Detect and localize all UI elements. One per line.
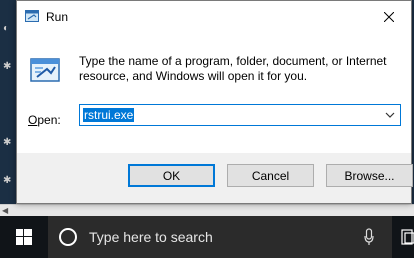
- run-app-icon: [25, 10, 39, 22]
- close-button[interactable]: [367, 1, 411, 33]
- close-icon: [384, 12, 394, 22]
- desktop-gear-icon: ✱: [3, 61, 12, 72]
- open-label: Open:: [28, 113, 61, 127]
- ok-button[interactable]: OK: [128, 164, 215, 187]
- browse-button[interactable]: Browse...: [326, 164, 413, 187]
- chevron-down-icon[interactable]: [384, 109, 396, 121]
- run-dialog: Run Type the name of a program, folder, …: [16, 0, 413, 204]
- dialog-title: Run: [46, 10, 69, 24]
- horizontal-scrollbar[interactable]: ◀: [0, 204, 414, 216]
- search-placeholder: Type here to search: [89, 229, 213, 245]
- open-label-text: pen:: [37, 113, 61, 127]
- dialog-body: Type the name of a program, folder, docu…: [17, 33, 411, 153]
- title-bar[interactable]: Run: [17, 1, 411, 33]
- desktop-left-strip: ◐ ✱ ✱ ✱: [0, 0, 16, 216]
- open-combobox[interactable]: rstrui.exe: [79, 104, 401, 126]
- dialog-description: Type the name of a program, folder, docu…: [79, 54, 387, 83]
- start-button[interactable]: [0, 216, 48, 258]
- scroll-left-arrow-icon[interactable]: ◀: [2, 206, 8, 215]
- run-program-icon: [30, 58, 60, 82]
- windows-logo-icon: [16, 229, 32, 245]
- taskbar-search-box[interactable]: Type here to search: [48, 216, 392, 258]
- cortana-circle-icon: [59, 228, 77, 246]
- task-view-icon[interactable]: [400, 228, 414, 246]
- open-label-accelerator: O: [28, 113, 38, 127]
- open-input-value: rstrui.exe: [83, 108, 135, 122]
- desktop-gear-icon: ✱: [3, 175, 12, 186]
- desktop-glyph-icon: ◐: [3, 23, 10, 34]
- taskbar: Type here to search: [0, 216, 414, 258]
- cancel-button[interactable]: Cancel: [227, 164, 314, 187]
- microphone-icon[interactable]: [364, 228, 374, 246]
- desktop-gear-icon: ✱: [3, 137, 12, 148]
- open-input[interactable]: rstrui.exe: [83, 108, 135, 122]
